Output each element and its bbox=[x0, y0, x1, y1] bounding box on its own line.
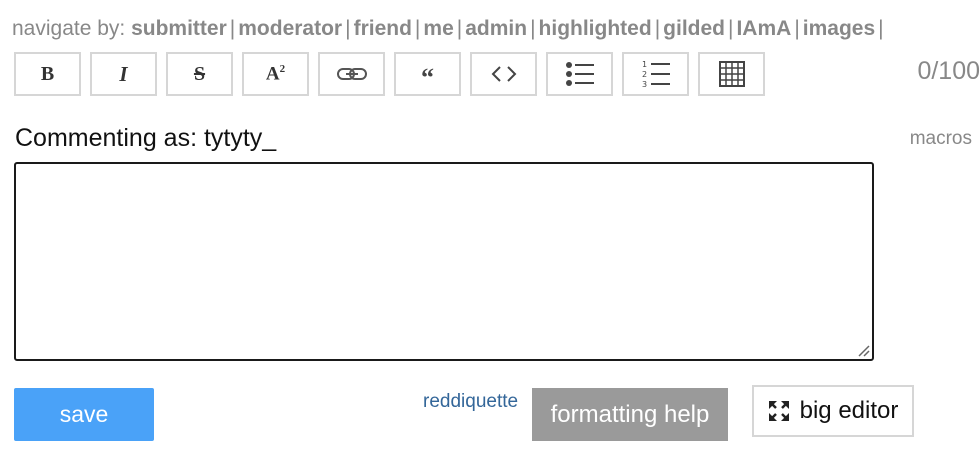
bold-button[interactable]: B bbox=[14, 52, 81, 96]
code-button[interactable] bbox=[470, 52, 537, 96]
bulleted-list-icon bbox=[565, 62, 594, 86]
superscript-base: A bbox=[265, 63, 280, 85]
nav-separator: | bbox=[229, 17, 236, 40]
formatting-toolbar: B I S A2 “ 1 2 3 bbox=[14, 52, 774, 96]
comment-textarea[interactable] bbox=[14, 162, 874, 361]
reddiquette-link[interactable]: reddiquette bbox=[423, 391, 518, 413]
quote-button[interactable]: “ bbox=[394, 52, 461, 96]
table-icon bbox=[718, 61, 745, 87]
big-editor-label: big editor bbox=[799, 397, 899, 424]
bulleted-list-button[interactable] bbox=[546, 52, 613, 96]
nav-link-friend[interactable]: friend bbox=[354, 17, 412, 40]
svg-text:3: 3 bbox=[642, 80, 647, 89]
nav-link-gilded[interactable]: gilded bbox=[663, 17, 725, 40]
nav-link-iama[interactable]: IAmA bbox=[736, 17, 791, 40]
commenting-as-label: Commenting as: tytyty_ bbox=[15, 124, 277, 152]
big-editor-button[interactable]: big editor bbox=[752, 385, 914, 437]
italic-button[interactable]: I bbox=[90, 52, 157, 96]
superscript-icon: A2 bbox=[266, 63, 285, 85]
table-button[interactable] bbox=[698, 52, 765, 96]
navigate-by-bar: navigate by: submitter | moderator | friend |… bbox=[12, 17, 887, 41]
svg-text:2: 2 bbox=[642, 70, 647, 79]
numbered-list-button[interactable]: 1 2 3 bbox=[622, 52, 689, 96]
save-button[interactable]: save bbox=[14, 388, 154, 441]
nav-link-highlighted[interactable]: highlighted bbox=[539, 17, 652, 40]
nav-link-submitter[interactable]: submitter bbox=[131, 17, 227, 40]
quote-icon: “ bbox=[421, 63, 434, 92]
character-counter: 0/100 bbox=[917, 57, 980, 85]
link-button[interactable] bbox=[318, 52, 385, 96]
superscript-small: 2 bbox=[279, 62, 286, 75]
svg-text:1: 1 bbox=[642, 60, 647, 69]
bold-icon: B bbox=[40, 62, 55, 85]
numbered-list-icon: 1 2 3 bbox=[642, 60, 670, 89]
nav-separator: | bbox=[728, 17, 734, 40]
strikethrough-button[interactable]: S bbox=[166, 52, 233, 96]
nav-separator: | bbox=[530, 17, 536, 40]
superscript-button[interactable]: A2 bbox=[242, 52, 309, 96]
macros-link[interactable]: macros bbox=[910, 128, 972, 150]
nav-separator: | bbox=[654, 17, 661, 40]
navigate-by-label: navigate by: bbox=[12, 17, 126, 40]
italic-icon: I bbox=[119, 61, 128, 86]
code-icon bbox=[491, 66, 516, 82]
nav-link-moderator[interactable]: moderator bbox=[238, 17, 342, 40]
expand-icon bbox=[768, 401, 789, 421]
link-icon bbox=[336, 68, 367, 80]
nav-separator: | bbox=[794, 17, 800, 40]
resize-grip-icon[interactable] bbox=[856, 343, 870, 357]
nav-separator: | bbox=[878, 17, 884, 40]
nav-link-admin[interactable]: admin bbox=[465, 17, 527, 40]
formatting-help-button[interactable]: formatting help bbox=[532, 388, 728, 441]
nav-separator: | bbox=[456, 17, 463, 40]
nav-link-me[interactable]: me bbox=[423, 17, 453, 40]
nav-link-images[interactable]: images bbox=[803, 17, 875, 40]
nav-separator: | bbox=[345, 17, 351, 40]
nav-separator: | bbox=[414, 17, 421, 40]
strikethrough-icon: S bbox=[193, 62, 206, 85]
